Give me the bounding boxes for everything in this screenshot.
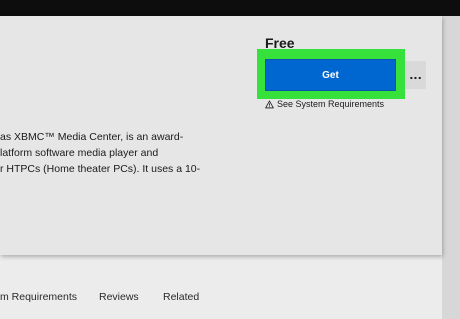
system-requirements-label: See System Requirements xyxy=(277,99,385,109)
get-button[interactable]: Get xyxy=(265,59,396,91)
description-line: latform software media player and xyxy=(0,147,159,159)
tab-reviews[interactable]: Reviews xyxy=(99,291,139,303)
description-line: r HTPCs (Home theater PCs). It uses a 10… xyxy=(0,163,201,175)
tab-system-requirements[interactable]: m Requirements xyxy=(0,291,77,303)
system-requirements-link[interactable]: See System Requirements xyxy=(265,99,384,109)
tab-related[interactable]: Related xyxy=(163,291,199,303)
page-background-strip xyxy=(442,16,460,319)
description-line: as XBMC™ Media Center, is an award- xyxy=(0,131,184,143)
window-top-bar xyxy=(0,0,460,16)
product-description: as XBMC™ Media Center, is an award- latf… xyxy=(0,129,200,177)
ellipsis-icon: ... xyxy=(409,68,422,82)
warning-icon xyxy=(265,99,274,108)
more-options-button[interactable]: ... xyxy=(405,61,426,89)
